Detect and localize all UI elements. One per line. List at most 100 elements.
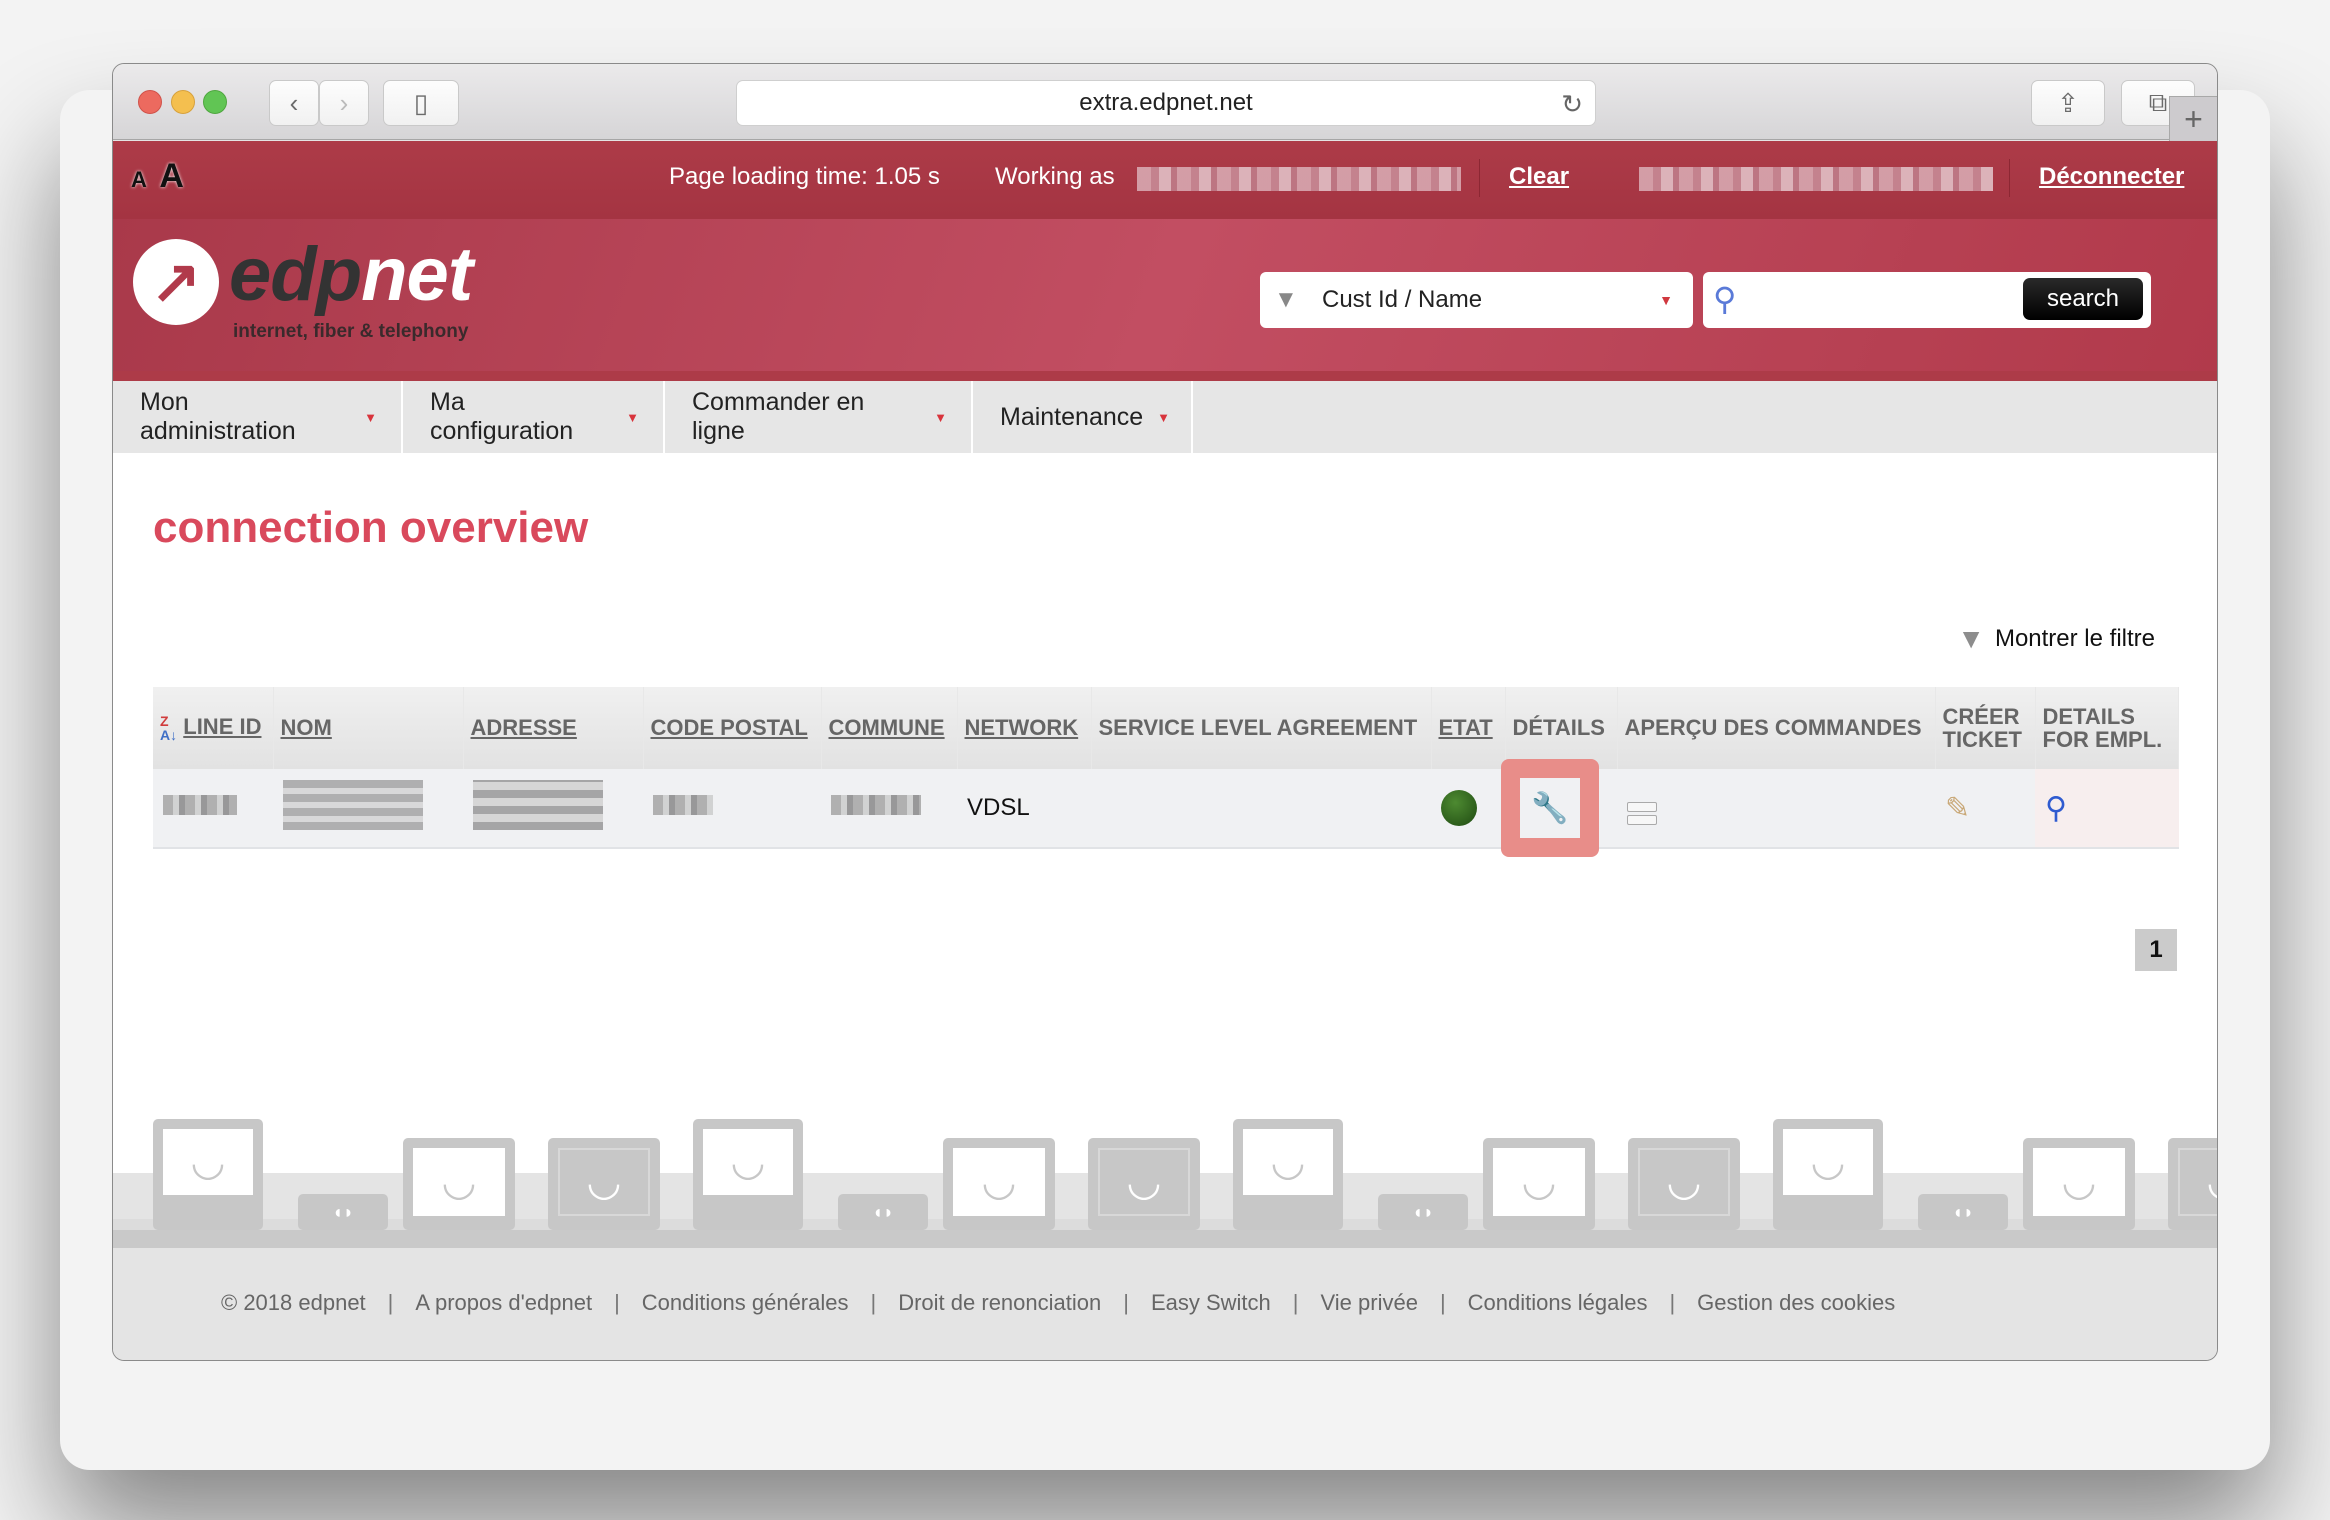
column-header-network[interactable]: NETWORK — [957, 687, 1092, 769]
divider — [1479, 159, 1480, 197]
sort-desc-icon[interactable]: Z A↓ — [160, 714, 177, 742]
site-header: ↗ edpnet internet, fiber & telephony ▼ C… — [113, 219, 2217, 381]
nav-item-commander-en-ligne[interactable]: Commander en ligne ▼ — [665, 381, 973, 453]
footer-separator: | — [614, 1290, 620, 1315]
column-header-adresse[interactable]: ADRESSE — [463, 687, 644, 769]
cell-network: VDSL — [957, 769, 1091, 849]
column-label: ADRESSE — [470, 715, 577, 741]
column-header-apercu-commandes: APERÇU DES COMMANDES — [1617, 687, 1936, 769]
column-label: DETAILS FOR EMPL. — [2042, 703, 2163, 752]
page-loading-time: Page loading time: 1.05 s — [669, 163, 940, 190]
forward-button[interactable]: › — [319, 80, 369, 126]
divider — [2009, 159, 2010, 197]
cell-code-postal — [643, 769, 821, 849]
column-header-code-postal[interactable]: CODE POSTAL — [643, 687, 822, 769]
address-bar[interactable]: extra.edpnet.net ↻ — [736, 80, 1596, 126]
minimize-window-button[interactable] — [171, 90, 195, 114]
zoom-window-button[interactable] — [203, 90, 227, 114]
show-filter-label: Montrer le filtre — [1994, 625, 2155, 652]
sidebar-toggle-button[interactable]: ▯ — [383, 80, 459, 126]
tv-device-illustration: ◡ — [943, 1138, 1055, 1230]
logo-text-edp: edp — [229, 232, 362, 317]
column-header-nom[interactable]: NOM — [273, 687, 464, 769]
show-filter-link[interactable]: ▼ Montrer le filtre — [1957, 623, 2155, 655]
decrease-font-button[interactable]: A — [131, 167, 147, 192]
device-screen-face: ◡ — [1493, 1148, 1585, 1216]
redacted-code-postal — [653, 795, 713, 815]
footer-link-cookies[interactable]: Gestion des cookies — [1697, 1290, 1895, 1316]
footer-separator: | — [1292, 1290, 1299, 1315]
create-ticket-icon[interactable]: ✎ — [1945, 792, 1970, 825]
logout-link[interactable]: Déconnecter — [2039, 163, 2184, 191]
nav-item-ma-configuration[interactable]: Ma configuration ▼ — [403, 381, 665, 453]
close-window-button[interactable] — [138, 90, 162, 114]
increase-font-button[interactable]: A — [159, 157, 184, 195]
tabs-icon: ⧉ — [2148, 87, 2168, 117]
chevron-left-icon: ‹ — [289, 87, 299, 118]
url-text: extra.edpnet.net — [1079, 89, 1253, 116]
device-screen-face: ◡ — [1638, 1148, 1730, 1216]
footer-link-about[interactable]: A propos d'edpnet — [415, 1290, 592, 1316]
clear-link[interactable]: Clear — [1509, 163, 1569, 191]
orders-list-icon[interactable] — [1627, 802, 1657, 825]
cell-details: 🔧 — [1501, 759, 1617, 857]
column-header-etat[interactable]: ETAT — [1431, 687, 1506, 769]
table-header-row: Z A↓ LINE ID NOM ADRESSE CODE POSTAL COMM… — [153, 687, 2179, 769]
redacted-user-name — [1137, 167, 1461, 191]
footer-separator: | — [1123, 1290, 1129, 1315]
share-icon: ⇪ — [2057, 87, 2079, 118]
column-label: CRÉER TICKET — [1942, 703, 2022, 752]
cell-line-id — [153, 769, 273, 849]
footer-link-easy-switch[interactable]: Easy Switch — [1151, 1290, 1271, 1316]
table-row[interactable]: VDSL 🔧 ✎ ⚲ — [153, 759, 2179, 857]
share-button[interactable]: ⇪ — [2031, 80, 2105, 126]
tv-device-illustration: ◡ — [403, 1138, 515, 1230]
connections-table: Z A↓ LINE ID NOM ADRESSE CODE POSTAL COMM… — [153, 687, 2179, 857]
monitor-device-illustration: ◡ — [693, 1119, 803, 1230]
back-button[interactable]: ‹ — [269, 80, 319, 126]
monitor-device-illustration: ◡ — [1773, 1119, 1883, 1230]
search-input[interactable] — [1753, 282, 2013, 318]
router-device-illustration: ◖◗ — [838, 1194, 928, 1230]
wrench-pencil-icon[interactable]: 🔧 — [1520, 778, 1580, 838]
device-screen-face: ◡ — [1098, 1148, 1190, 1216]
caret-down-icon: ▼ — [1157, 409, 1171, 425]
cell-sla — [1091, 769, 1431, 849]
pagination-page-1[interactable]: 1 — [2135, 929, 2177, 971]
search-filter-select[interactable]: ▼ Cust Id / Name ▼ — [1260, 272, 1693, 328]
footer-link-conditions-legales[interactable]: Conditions légales — [1468, 1290, 1648, 1316]
footer-separator: | — [870, 1290, 877, 1315]
column-header-line-id[interactable]: Z A↓ LINE ID — [153, 687, 274, 769]
employee-details-magnifier-icon[interactable]: ⚲ — [2045, 792, 2067, 825]
search-filter-value: Cust Id / Name — [1322, 286, 1483, 313]
nav-item-mon-administration[interactable]: Mon administration ▼ — [113, 381, 403, 453]
router-device-illustration: ◖◗ — [1918, 1194, 2008, 1230]
footer-link-vie-privee[interactable]: Vie privée — [1321, 1290, 1418, 1316]
footer-link-conditions-generales[interactable]: Conditions générales — [642, 1290, 849, 1316]
column-header-details: DÉTAILS — [1505, 687, 1618, 769]
chevron-right-icon: › — [339, 87, 349, 118]
reload-icon[interactable]: ↻ — [1561, 89, 1583, 120]
device-screen-face: ◡ — [558, 1148, 650, 1216]
dropdown-arrow-icon: ▼ — [1659, 292, 1673, 308]
column-header-commune[interactable]: COMMUNE — [821, 687, 958, 769]
footer-link-droit-renonciation[interactable]: Droit de renonciation — [898, 1290, 1101, 1316]
details-highlight[interactable]: 🔧 — [1501, 759, 1599, 857]
device-screen-face: ◡ — [2178, 1148, 2217, 1216]
browser-window: ‹ › ▯ extra.edpnet.net ↻ ⇪ ⧉ + A A Page … — [112, 63, 2218, 1361]
nav-item-maintenance[interactable]: Maintenance ▼ — [973, 381, 1193, 453]
search-button[interactable]: search — [2023, 278, 2143, 320]
tv-device-illustration: ◡ — [2023, 1138, 2135, 1230]
logo-text-net: net — [361, 232, 473, 317]
nav-item-label: Mon administration — [140, 388, 296, 445]
cell-commune — [821, 769, 957, 849]
footer-separator: | — [1669, 1290, 1676, 1315]
status-active-icon — [1441, 790, 1477, 826]
new-tab-button[interactable]: + — [2169, 96, 2217, 141]
cell-apercu-commandes — [1617, 769, 1935, 849]
column-label: APERÇU DES COMMANDES — [1624, 715, 1922, 741]
device-screen-face: ◡ — [1243, 1129, 1333, 1195]
cell-details-empl: ⚲ — [2035, 769, 2179, 849]
footer-separator: | — [1439, 1290, 1446, 1315]
site-footer: © 2018 edpnet | A propos d'edpnet | Cond… — [113, 1248, 2217, 1360]
